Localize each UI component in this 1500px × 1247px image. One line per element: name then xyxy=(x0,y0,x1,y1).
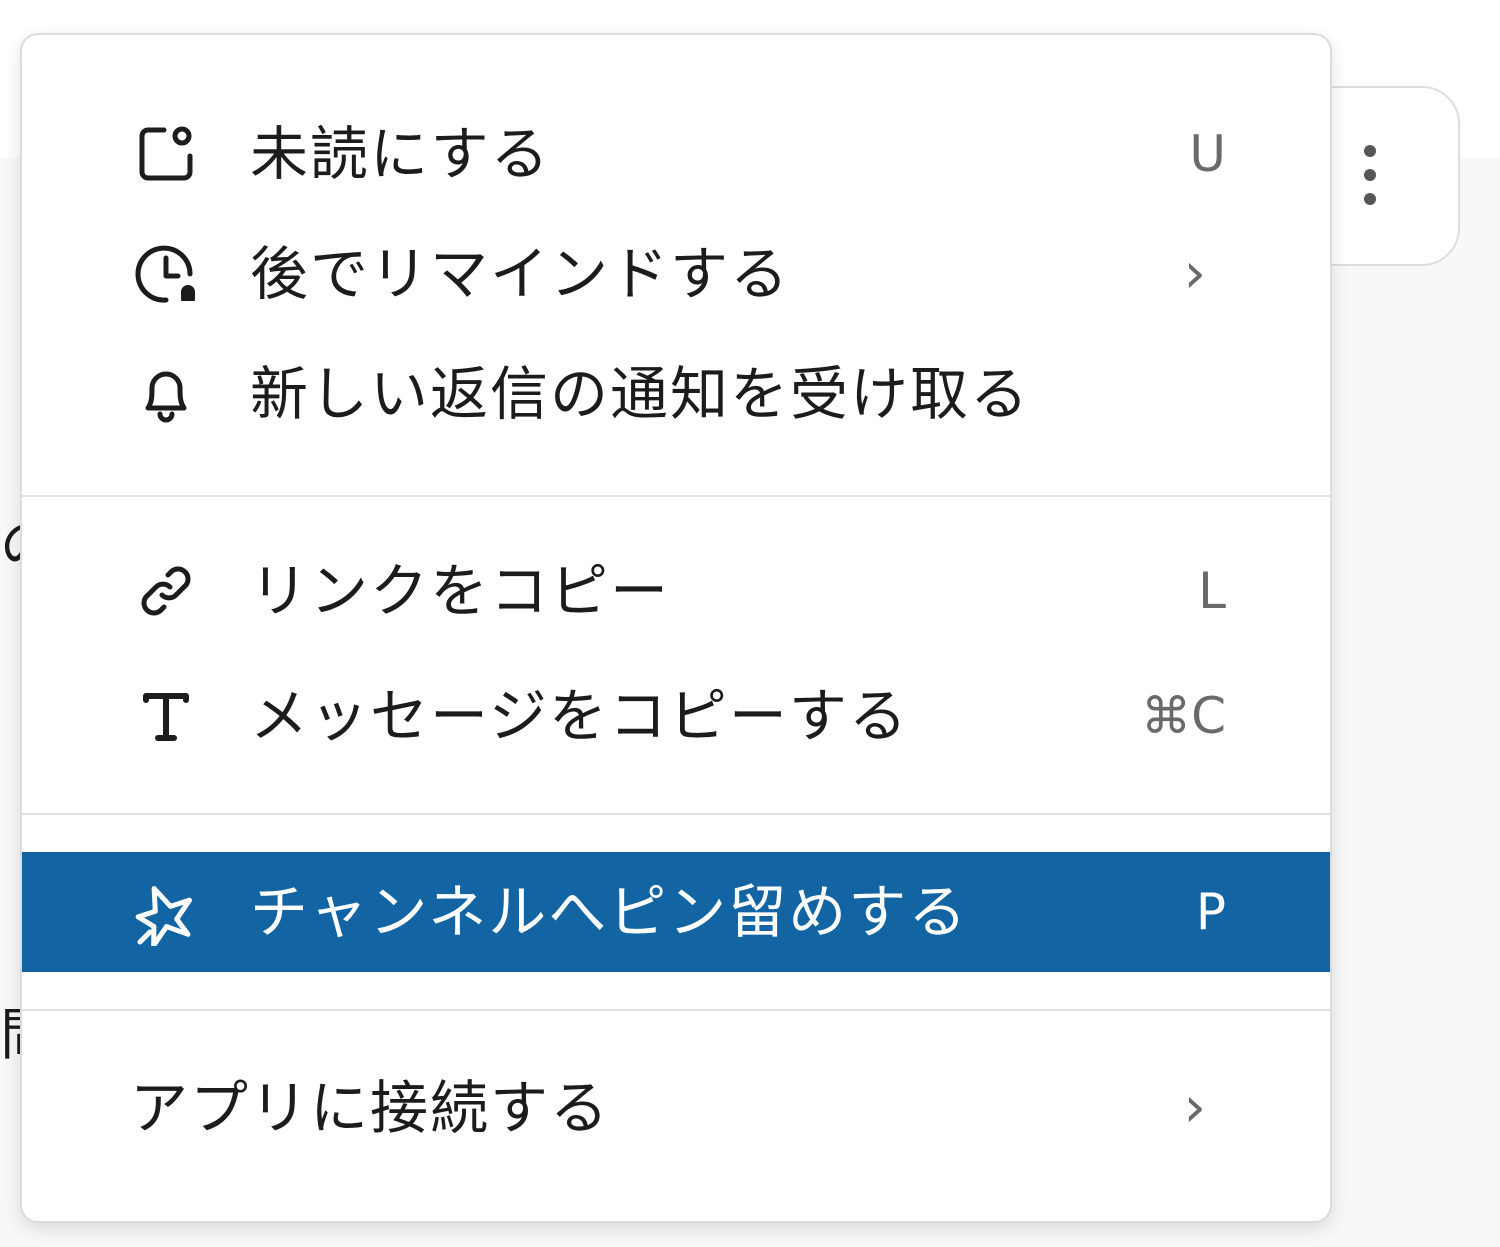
shortcut-hint: U xyxy=(1189,125,1226,183)
vertical-ellipsis-icon xyxy=(1364,145,1376,205)
menu-divider xyxy=(22,495,1330,497)
menu-item-label: 後でリマインドする xyxy=(250,240,791,308)
menu-divider xyxy=(22,1009,1330,1011)
menu-item-label: リンクをコピー xyxy=(250,557,671,625)
clock-bell-icon xyxy=(130,238,202,310)
menu-divider xyxy=(22,813,1330,815)
menu-item-label: チャンネルへピン留めする xyxy=(250,878,969,946)
link-icon xyxy=(130,555,202,627)
screen: の 問 未読にする U xyxy=(0,0,1500,1247)
pin-icon xyxy=(130,876,202,948)
menu-item-label: 未読にする xyxy=(250,120,551,188)
shortcut-hint: L xyxy=(1198,562,1226,620)
shortcut-hint: ⌘C xyxy=(1141,687,1226,745)
message-context-menu: 未読にする U 後でリマインドする › 新しい返信の通知を受け取る リンクをコピ… xyxy=(20,33,1332,1223)
shortcut-hint: P xyxy=(1195,883,1226,941)
menu-item-pin-to-channel[interactable]: チャンネルへピン留めする P xyxy=(22,852,1330,972)
bell-icon xyxy=(130,358,202,430)
menu-item-label: 新しい返信の通知を受け取る xyxy=(250,360,1031,428)
menu-item-copy-link[interactable]: リンクをコピー L xyxy=(22,531,1330,651)
more-actions-button[interactable] xyxy=(1335,130,1405,220)
menu-item-label: アプリに接続する xyxy=(130,1074,611,1142)
chevron-right-icon: › xyxy=(1183,241,1206,306)
menu-item-mark-unread[interactable]: 未読にする U xyxy=(22,94,1330,214)
menu-item-follow-replies[interactable]: 新しい返信の通知を受け取る xyxy=(22,334,1330,454)
menu-item-copy-message[interactable]: メッセージをコピーする ⌘C xyxy=(22,656,1330,776)
text-t-icon xyxy=(130,680,202,752)
menu-item-connect-app[interactable]: アプリに接続する › xyxy=(22,1048,1330,1168)
mark-unread-icon xyxy=(130,118,202,190)
chevron-right-icon: › xyxy=(1183,1075,1206,1140)
menu-item-label: メッセージをコピーする xyxy=(250,682,909,750)
menu-item-remind-later[interactable]: 後でリマインドする › xyxy=(22,214,1330,334)
